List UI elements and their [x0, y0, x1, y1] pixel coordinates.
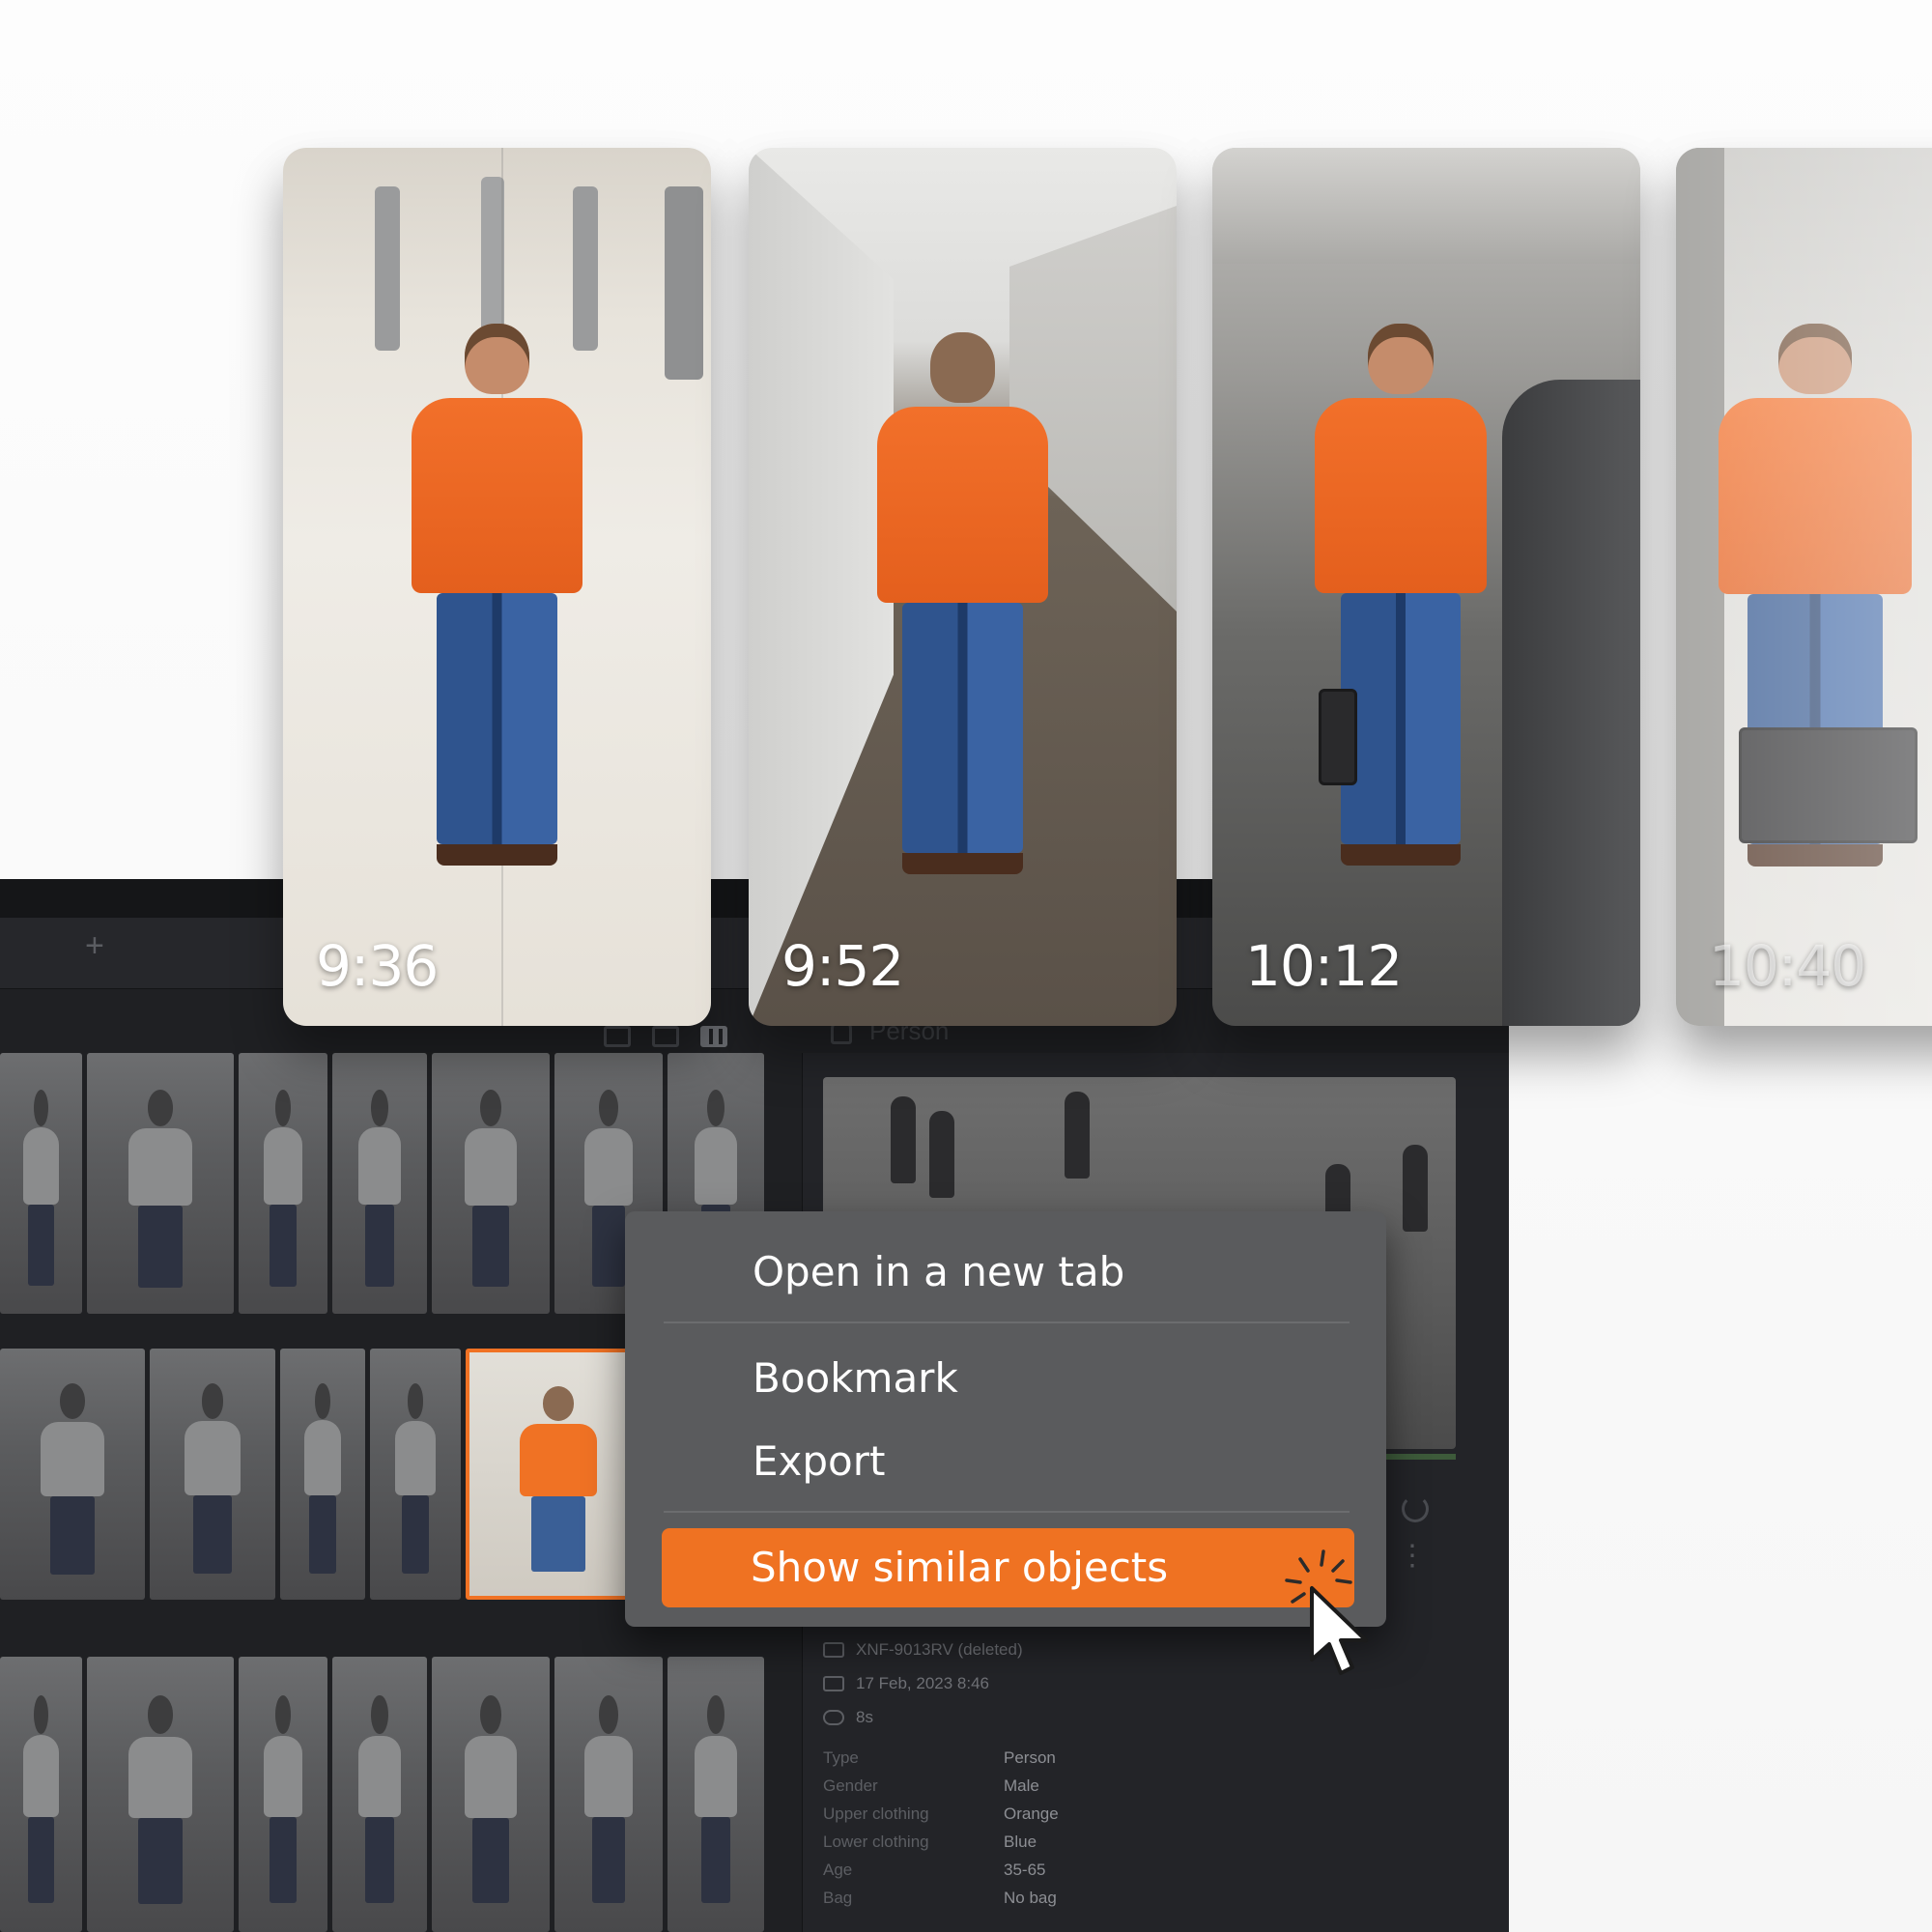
attribute-key: Upper clothing [823, 1804, 929, 1823]
timeline-card[interactable]: 9:52 [749, 148, 1177, 1026]
timeline-card[interactable]: 10:12 [1212, 148, 1640, 1026]
date-line: 17 Feb, 2023 8:46 [823, 1666, 1490, 1700]
card-fade [1676, 148, 1932, 1026]
cursor-icon [1310, 1586, 1368, 1675]
result-thumbnail[interactable] [239, 1657, 327, 1932]
menu-item-export[interactable]: Export [753, 1437, 885, 1485]
camera-line: XNF-9013RV (deleted) [823, 1633, 1490, 1666]
menu-item-bookmark[interactable]: Bookmark [753, 1354, 958, 1402]
result-thumbnail[interactable] [668, 1657, 764, 1932]
refresh-icon[interactable] [1402, 1495, 1429, 1522]
menu-separator [664, 1511, 1350, 1513]
result-thumbnail[interactable] [239, 1053, 327, 1314]
result-thumbnail[interactable] [332, 1053, 427, 1314]
attribute-value: Male [1004, 1776, 1039, 1795]
result-thumbnail[interactable] [0, 1053, 82, 1314]
menu-separator [664, 1321, 1350, 1323]
attribute-key: Gender [823, 1776, 878, 1795]
attribute-row: Lower clothing Blue [823, 1833, 1490, 1861]
attribute-value: No bag [1004, 1889, 1057, 1907]
person-figure [876, 331, 1049, 877]
result-thumbnail[interactable] [0, 1349, 145, 1600]
result-thumbnail[interactable] [554, 1657, 663, 1932]
duration-line: 8s [823, 1700, 1490, 1734]
menu-item-show-similar[interactable]: Show similar objects [751, 1528, 1354, 1607]
briefcase [1319, 689, 1357, 785]
attribute-value: 35-65 [1004, 1861, 1046, 1879]
result-thumbnail[interactable] [370, 1349, 461, 1600]
result-thumbnail[interactable] [432, 1053, 550, 1314]
event-metadata: XNF-9013RV (deleted) 17 Feb, 2023 8:46 8… [823, 1633, 1490, 1734]
result-thumbnail[interactable] [0, 1657, 82, 1932]
result-thumbnail[interactable] [332, 1657, 427, 1932]
event-duration: 8s [856, 1707, 873, 1726]
add-tab-button[interactable]: + [85, 929, 104, 962]
context-menu: Open in a new tab Bookmark Export Show s… [625, 1211, 1386, 1627]
stage: + Person XNF-9013RV (deleted) 17 Feb, 20… [0, 0, 1932, 1932]
attribute-value: Person [1004, 1748, 1056, 1767]
grid-view-icon[interactable] [652, 1026, 679, 1047]
calendar-icon [823, 1675, 844, 1691]
attribute-value: Blue [1004, 1833, 1037, 1851]
card-time: 9:36 [316, 933, 439, 999]
attribute-row: Age 35-65 [823, 1861, 1490, 1889]
result-thumbnail[interactable] [87, 1053, 234, 1314]
result-thumbnail[interactable] [432, 1657, 550, 1932]
event-date: 17 Feb, 2023 8:46 [856, 1673, 990, 1692]
attribute-value: Orange [1004, 1804, 1059, 1823]
card-time: 10:12 [1245, 933, 1403, 999]
duration-icon [823, 1709, 844, 1725]
menu-item-open-new-tab[interactable]: Open in a new tab [753, 1248, 1124, 1295]
person-figure [1315, 323, 1487, 868]
column-view-icon[interactable] [700, 1026, 727, 1047]
more-vertical-icon[interactable]: ⋮ [1398, 1542, 1427, 1571]
attribute-row: Gender Male [823, 1776, 1490, 1804]
selected-result-thumbnail[interactable] [466, 1349, 651, 1600]
result-row [0, 1657, 773, 1932]
attribute-list: Type Person Gender Male Upper clothing Oran… [823, 1748, 1490, 1917]
attribute-key: Bag [823, 1889, 853, 1907]
person-figure [411, 323, 583, 868]
camera-name: XNF-9013RV (deleted) [856, 1639, 1023, 1659]
menu-item-show-similar-highlight[interactable]: Show similar objects [662, 1528, 1354, 1607]
attribute-key: Age [823, 1861, 853, 1879]
attribute-key: Lower clothing [823, 1833, 929, 1851]
result-thumbnail[interactable] [87, 1657, 234, 1932]
timeline-card[interactable]: 10:40 [1676, 148, 1932, 1026]
card-time: 9:52 [781, 933, 904, 999]
attribute-row: Type Person [823, 1748, 1490, 1776]
attribute-row: Bag No bag [823, 1889, 1490, 1917]
result-thumbnail[interactable] [150, 1349, 275, 1600]
result-thumbnail[interactable] [280, 1349, 365, 1600]
list-view-icon[interactable] [604, 1026, 631, 1047]
attribute-row: Upper clothing Orange [823, 1804, 1490, 1833]
view-toggle [604, 1026, 727, 1047]
camera-icon [823, 1641, 844, 1658]
timeline-card[interactable]: 9:36 [283, 148, 711, 1026]
attribute-key: Type [823, 1748, 859, 1767]
card-time: 10:40 [1709, 933, 1866, 999]
